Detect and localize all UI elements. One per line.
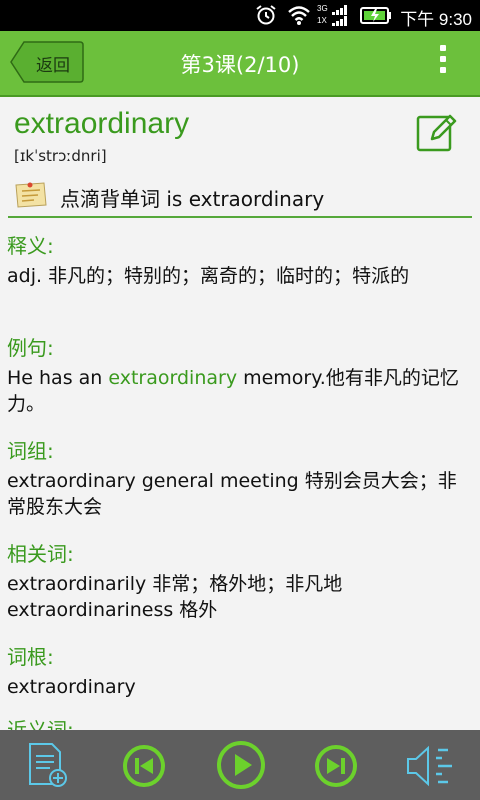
phonetic: [ɪkˈstrɔːdnri] xyxy=(14,147,107,165)
net-label-2: 1X xyxy=(317,16,327,25)
related-text: extraordinarily 非常；格外地；非凡地 extraordinari… xyxy=(7,571,473,623)
section-root: 词根: extraordinary xyxy=(7,644,473,700)
title-bar: 返回 第3课(2/10) xyxy=(0,31,480,97)
previous-icon[interactable] xyxy=(122,744,166,788)
section-example: 例句: He has an extraordinary memory.他有非凡的… xyxy=(7,335,473,417)
alarm-icon xyxy=(256,5,276,25)
related-line: extraordinariness 格外 xyxy=(7,599,218,621)
play-icon[interactable] xyxy=(215,739,267,791)
section-definition: 释义: adj. 非凡的；特别的；离奇的；临时的；特派的 xyxy=(7,233,473,289)
root-text: extraordinary xyxy=(7,676,136,698)
section-title: 释义: xyxy=(7,234,54,258)
menu-dot-icon xyxy=(440,45,446,51)
sticky-note-icon xyxy=(15,182,47,208)
menu-dot-icon xyxy=(440,67,446,73)
clock: 下午 9:30 xyxy=(400,10,472,29)
battery-icon xyxy=(360,7,391,24)
status-bar: 3G 1X 下午 9:30 xyxy=(0,0,480,31)
overflow-menu-button[interactable] xyxy=(436,45,450,81)
section-title: 词组: xyxy=(7,439,54,463)
example-pre: He has an xyxy=(7,367,109,389)
section-title: 相关词: xyxy=(7,542,74,566)
word-detail: extraordinary [ɪkˈstrɔːdnri] 点滴背单词 is ex… xyxy=(0,97,480,730)
signal-icon: 3G 1X xyxy=(317,4,353,28)
menu-dot-icon xyxy=(440,56,446,62)
section-phrase: 词组: extraordinary general meeting 特别会员大会… xyxy=(7,438,473,520)
net-label-1: 3G xyxy=(317,4,328,13)
headword: extraordinary xyxy=(14,107,190,140)
phrase-text: extraordinary general meeting 特别会员大会；非常股… xyxy=(7,470,457,518)
page-title: 第3课(2/10) xyxy=(180,53,300,77)
next-icon[interactable] xyxy=(314,744,358,788)
edit-note-icon[interactable] xyxy=(416,111,458,153)
section-title: 词根: xyxy=(7,645,54,669)
section-title: 例句: xyxy=(7,336,54,360)
divider xyxy=(8,216,472,218)
word-note: 点滴背单词 is extraordinary xyxy=(14,179,474,213)
wifi-icon xyxy=(288,6,310,25)
section-related: 相关词: extraordinarily 非常；格外地；非凡地 extraord… xyxy=(7,541,473,623)
add-note-icon[interactable] xyxy=(26,742,70,788)
example-sentence: He has an extraordinary memory.他有非凡的记忆力。 xyxy=(7,365,473,417)
section-synonym: 近义词: xyxy=(7,717,473,730)
bottom-toolbar xyxy=(0,730,480,800)
speaker-icon[interactable] xyxy=(404,744,456,788)
definition-text: adj. 非凡的；特别的；离奇的；临时的；特派的 xyxy=(7,265,410,287)
note-text: 点滴背单词 is extraordinary xyxy=(60,187,325,211)
section-title: 近义词: xyxy=(7,718,74,730)
related-line: extraordinarily 非常；格外地；非凡地 xyxy=(7,573,343,595)
example-highlight: extraordinary xyxy=(108,367,238,389)
